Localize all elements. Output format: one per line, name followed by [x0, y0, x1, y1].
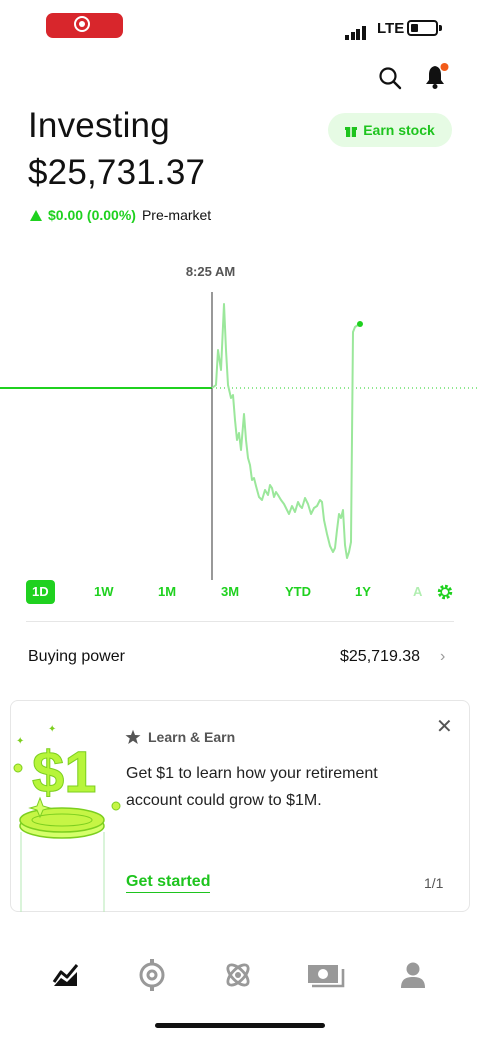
- session-label: Pre-market: [141, 207, 212, 223]
- network-icon: [226, 963, 250, 987]
- svg-text:✦: ✦: [48, 724, 56, 735]
- chart-icon: [52, 964, 79, 986]
- chart-time-label: 8:25 AM: [185, 264, 236, 279]
- tab-profile[interactable]: [393, 955, 433, 995]
- chart-end-dot: [357, 321, 363, 327]
- promo-tag-label: Learn & Earn: [148, 729, 236, 745]
- bottom-tab-bar: [0, 955, 480, 995]
- bell-icon[interactable]: [424, 62, 450, 95]
- range-selector: 1D 1W 1M 3M YTD 1Y A: [26, 580, 456, 604]
- change-value: $0.00 (0.00%): [48, 207, 136, 223]
- range-1y[interactable]: 1Y: [355, 580, 371, 604]
- svg-text:✦: ✦: [16, 736, 24, 747]
- tab-cash[interactable]: [306, 955, 346, 995]
- buying-power-label[interactable]: Buying power: [28, 648, 125, 666]
- tab-crypto[interactable]: [132, 955, 172, 995]
- page-title: Investing: [28, 106, 170, 145]
- range-3m[interactable]: 3M: [221, 580, 239, 604]
- cash-icon: [308, 965, 345, 988]
- earn-stock-label: Earn stock: [363, 122, 435, 138]
- price-chart[interactable]: [0, 290, 480, 582]
- signal-icon: [345, 22, 367, 40]
- divider: [26, 621, 454, 622]
- illustration-text: $1: [32, 740, 97, 805]
- range-1w[interactable]: 1W: [94, 580, 114, 604]
- record-icon: [74, 16, 90, 32]
- battery-tip: [439, 25, 442, 31]
- search-icon[interactable]: [378, 66, 402, 95]
- star-icon: [125, 729, 141, 744]
- gift-icon: [345, 126, 358, 137]
- profile-icon: [401, 962, 425, 988]
- close-icon[interactable]: ✕: [436, 714, 453, 739]
- tab-network[interactable]: [218, 955, 258, 995]
- chevron-right-icon[interactable]: ›: [440, 648, 445, 666]
- network-type: LTE: [377, 20, 405, 37]
- crypto-icon: [139, 959, 165, 991]
- buying-power-value[interactable]: $25,719.38: [340, 648, 420, 666]
- chart-settings-icon[interactable]: [435, 580, 455, 604]
- range-1d[interactable]: 1D: [26, 580, 55, 604]
- range-1m[interactable]: 1M: [158, 580, 176, 604]
- earn-stock-button[interactable]: Earn stock: [328, 113, 452, 147]
- tab-investing[interactable]: [46, 955, 86, 995]
- promo-page-indicator: 1/1: [424, 875, 444, 891]
- up-arrow-icon: [30, 209, 42, 221]
- promo-text: Get $1 to learn how your retirement acco…: [126, 765, 378, 809]
- get-started-button[interactable]: Get started: [126, 873, 211, 893]
- range-ytd[interactable]: YTD: [285, 580, 311, 604]
- promo-tag: Learn & Earn: [125, 729, 235, 745]
- portfolio-value: $25,731.37: [28, 153, 206, 192]
- daily-change: $0.00 (0.00%) Pre-market: [30, 207, 211, 223]
- chart-line: [211, 303, 359, 559]
- home-indicator[interactable]: [155, 1023, 325, 1028]
- dollar-coin-illustration: $1 ✦ ✦: [13, 724, 121, 912]
- range-all[interactable]: A: [413, 580, 422, 604]
- battery-icon: [407, 20, 438, 36]
